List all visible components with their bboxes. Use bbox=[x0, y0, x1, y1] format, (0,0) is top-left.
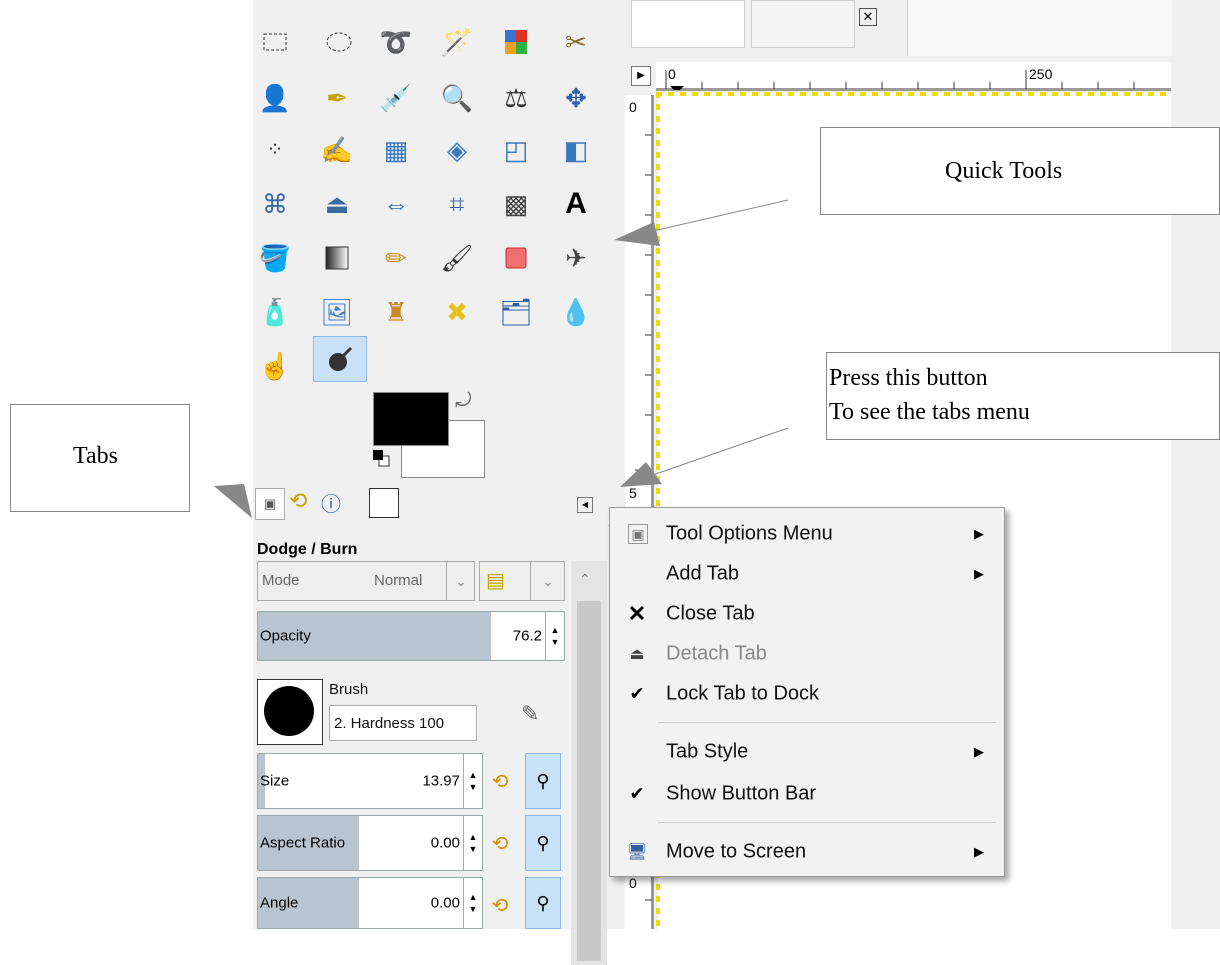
callout-arrows bbox=[214, 199, 789, 518]
arrow-head-quick-tools bbox=[614, 222, 660, 246]
